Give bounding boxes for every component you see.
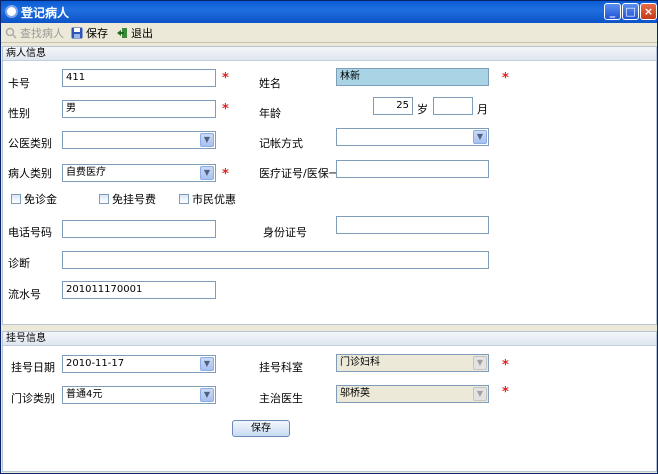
patient-info-header: 病人信息	[3, 47, 656, 61]
reg-dept-label: 挂号科室	[259, 361, 303, 374]
required-star: *	[222, 71, 229, 86]
patient-info-panel: 病人信息 卡号 411 * 姓名 林新 * 性别 男 * 年龄 25 岁 月 公…	[2, 46, 657, 325]
diagnosis-label: 诊断	[8, 257, 30, 270]
public-med-select[interactable]: ▼	[62, 131, 216, 149]
billing-label: 记帐方式	[259, 137, 303, 150]
doctor-label: 主治医生	[259, 392, 303, 405]
age-months-input[interactable]	[433, 97, 473, 115]
serial-label: 流水号	[8, 288, 41, 301]
required-star: *	[502, 71, 509, 86]
reg-date-label: 挂号日期	[11, 361, 55, 374]
reg-fee-waiver-label: 免挂号费	[112, 193, 156, 206]
id-input[interactable]	[336, 216, 489, 234]
gender-input[interactable]: 男	[62, 100, 216, 118]
chevron-down-icon[interactable]: ▼	[473, 356, 487, 370]
floppy-icon	[71, 27, 83, 39]
reg-date-select[interactable]: 2010-11-17 ▼	[62, 355, 216, 373]
doctor-value: 邬桥英	[340, 388, 370, 399]
registration-panel: 挂号信息 挂号日期 2010-11-17 ▼ 挂号科室 门诊妇科 ▼ * 门诊类…	[2, 331, 657, 472]
reg-date-value: 2010-11-17	[66, 358, 125, 369]
clinic-type-label: 门诊类别	[11, 392, 55, 405]
exit-icon	[116, 27, 128, 39]
name-label: 姓名	[259, 77, 281, 90]
patient-type-value: 自费医疗	[66, 167, 106, 178]
fee-waiver-checkbox[interactable]: 免诊金	[11, 191, 57, 207]
serial-input[interactable]: 201011170001	[62, 281, 216, 299]
register-patient-window: 登记病人 _ □ × 查找病人 保存 退出 病人信息 卡号 411 * 姓名 林…	[0, 0, 658, 474]
required-star: *	[222, 102, 229, 117]
months-unit: 月	[477, 103, 488, 116]
patient-type-select[interactable]: 自费医疗 ▼	[62, 164, 216, 182]
required-star: *	[502, 385, 509, 400]
age-years-input[interactable]: 25	[373, 97, 413, 115]
maximize-button[interactable]: □	[622, 3, 639, 20]
checkbox-box[interactable]	[99, 194, 109, 204]
patient-type-label: 病人类别	[8, 167, 52, 180]
clinic-type-select[interactable]: 普通4元 ▼	[62, 386, 216, 404]
close-button[interactable]: ×	[640, 3, 657, 20]
chevron-down-icon[interactable]: ▼	[200, 357, 214, 371]
phone-input[interactable]	[62, 220, 216, 238]
citizen-discount-checkbox[interactable]: 市民优惠	[179, 191, 236, 207]
phone-label: 电话号码	[8, 226, 52, 239]
required-star: *	[502, 358, 509, 373]
insurance-label: 医疗证号/医保一	[259, 167, 339, 180]
exit-button[interactable]: 退出	[116, 26, 153, 41]
window-title: 登记病人	[21, 6, 70, 20]
citizen-discount-label: 市民优惠	[192, 193, 236, 206]
checkbox-box[interactable]	[11, 194, 21, 204]
years-unit: 岁	[417, 103, 428, 116]
exit-label: 退出	[131, 27, 153, 40]
age-label: 年龄	[259, 107, 281, 120]
save-toolbar-label: 保存	[86, 27, 108, 40]
card-no-label: 卡号	[8, 77, 30, 90]
save-toolbar-button[interactable]: 保存	[71, 26, 108, 41]
find-patient-label: 查找病人	[20, 27, 64, 40]
minimize-button[interactable]: _	[604, 3, 621, 20]
gender-label: 性别	[8, 107, 30, 120]
save-button[interactable]: 保存	[232, 420, 290, 437]
reg-dept-select[interactable]: 门诊妇科 ▼	[336, 354, 489, 372]
card-no-input[interactable]: 411	[62, 69, 216, 87]
checkbox-box[interactable]	[179, 194, 189, 204]
registration-header: 挂号信息	[3, 332, 656, 346]
find-icon	[5, 27, 17, 39]
required-star: *	[222, 167, 229, 182]
toolbar: 查找病人 保存 退出	[1, 23, 657, 43]
fee-waiver-label: 免诊金	[24, 193, 57, 206]
public-med-label: 公医类别	[8, 137, 52, 150]
doctor-select[interactable]: 邬桥英 ▼	[336, 385, 489, 403]
diagnosis-input[interactable]	[62, 251, 489, 269]
chevron-down-icon[interactable]: ▼	[200, 133, 214, 147]
chevron-down-icon[interactable]: ▼	[200, 388, 214, 402]
chevron-down-icon[interactable]: ▼	[200, 166, 214, 180]
insurance-input[interactable]	[336, 160, 489, 178]
app-icon	[5, 5, 18, 18]
chevron-down-icon[interactable]: ▼	[473, 130, 487, 144]
reg-dept-value: 门诊妇科	[340, 357, 380, 368]
find-patient-button[interactable]: 查找病人	[5, 26, 64, 41]
billing-select[interactable]: ▼	[336, 128, 489, 146]
title-bar: 登记病人 _ □ ×	[1, 1, 657, 23]
id-label: 身份证号	[263, 226, 307, 239]
chevron-down-icon[interactable]: ▼	[473, 387, 487, 401]
name-input[interactable]: 林新	[336, 68, 489, 86]
clinic-type-value: 普通4元	[66, 389, 103, 400]
reg-fee-waiver-checkbox[interactable]: 免挂号费	[99, 191, 156, 207]
